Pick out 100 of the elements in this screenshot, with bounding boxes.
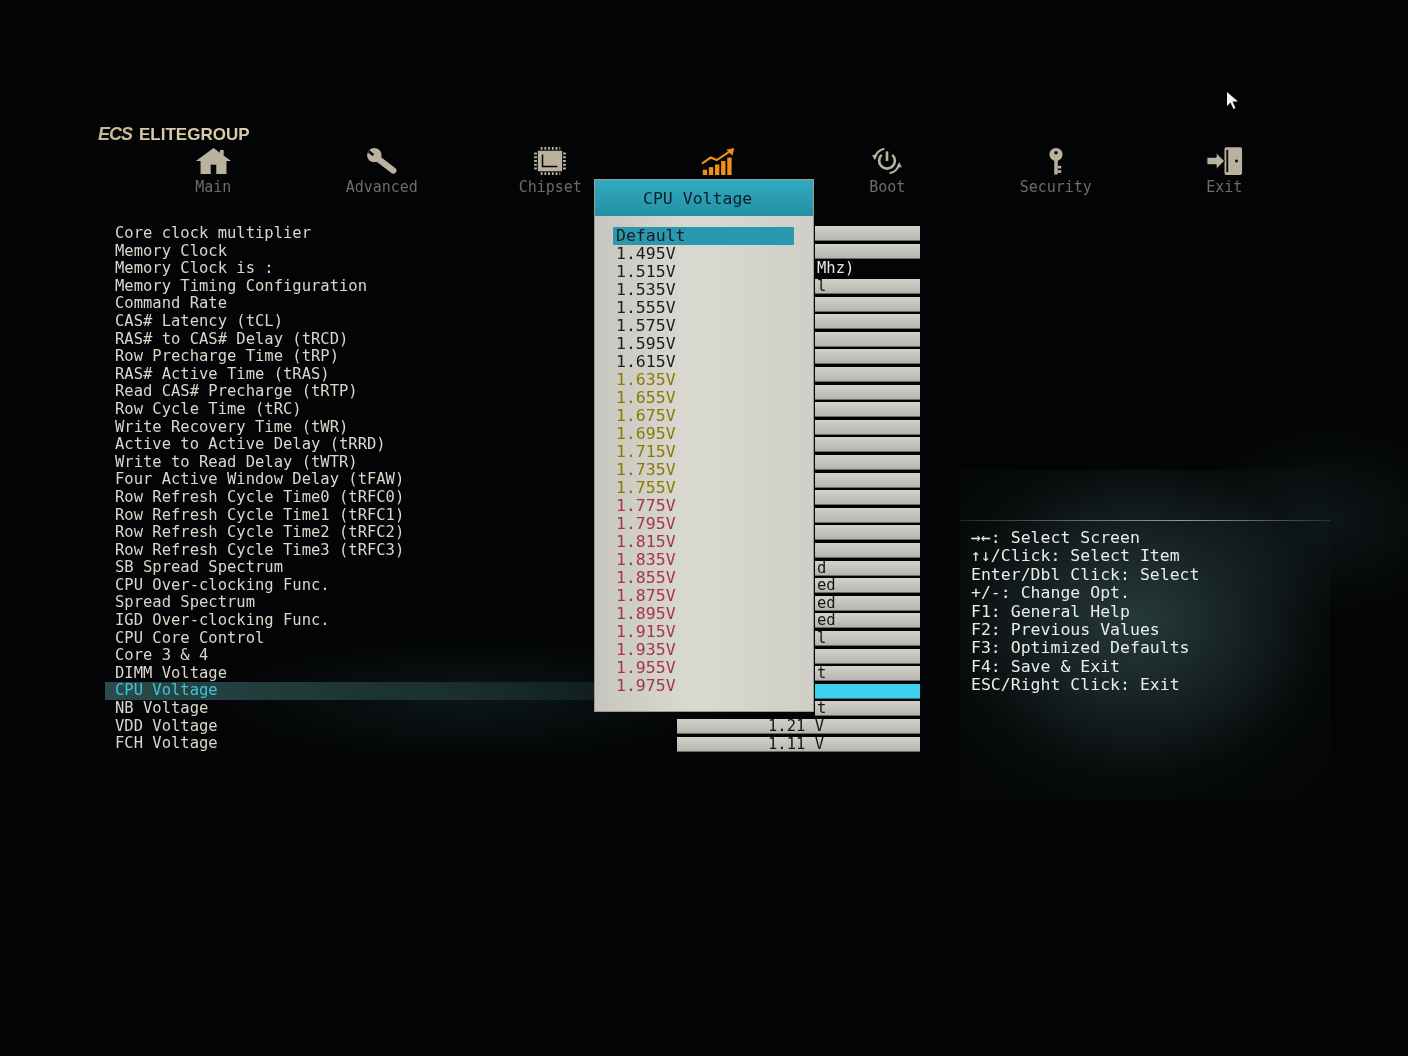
setting-label[interactable]: Row Refresh Cycle Time3 (tRFC3) xyxy=(105,541,595,560)
nav-tab[interactable]: Chipset xyxy=(518,147,582,196)
value-field[interactable]: 1.11 V xyxy=(677,736,920,752)
value-field[interactable] xyxy=(815,648,920,664)
option-item[interactable]: Default xyxy=(616,229,686,243)
option-item[interactable]: 1.555V xyxy=(616,301,676,315)
value-field[interactable]: ed xyxy=(815,595,920,611)
setting-label[interactable]: Memory Clock xyxy=(105,242,595,261)
setting-label[interactable]: Row Refresh Cycle Time2 (tRFC2) xyxy=(105,524,595,542)
value-field[interactable] xyxy=(815,419,920,435)
setting-label[interactable]: Active to Active Delay (tRRD) xyxy=(105,436,595,454)
option-item[interactable]: 1.955V xyxy=(616,661,676,675)
value-field[interactable]: t xyxy=(815,701,920,717)
setting-label[interactable]: Row Refresh Cycle Time1 (tRFC1) xyxy=(105,506,595,525)
value-field[interactable]: l xyxy=(815,630,920,646)
setting-label[interactable]: Four Active Window Delay (tFAW) xyxy=(105,471,595,489)
help-text: F3: Optimized Defaults xyxy=(971,639,1191,658)
option-item[interactable]: 1.535V xyxy=(616,283,676,297)
nav-tab[interactable]: Security xyxy=(1019,147,1092,196)
option-item[interactable]: 1.775V xyxy=(616,499,676,513)
option-item[interactable]: 1.935V xyxy=(616,643,676,657)
value-field[interactable] xyxy=(815,367,920,383)
value-field[interactable] xyxy=(815,472,920,488)
setting-label[interactable]: Row Precharge Time (tRP) xyxy=(105,348,595,366)
option-item[interactable]: 1.915V xyxy=(616,625,676,639)
help-text: F1: General Help xyxy=(971,602,1131,622)
help-text: →←: Select Screen xyxy=(971,529,1141,548)
brand-logo: ECS xyxy=(98,124,132,145)
setting-label[interactable]: Row Cycle Time (tRC) xyxy=(105,400,595,419)
value-field[interactable]: d xyxy=(815,560,920,576)
nav-tab[interactable]: Boot xyxy=(869,147,906,196)
setting-label[interactable]: Row Refresh Cycle Time0 (tRFC0) xyxy=(105,488,595,507)
option-item[interactable]: 1.875V xyxy=(616,589,676,603)
bar-chart-icon xyxy=(701,147,737,175)
nav-tab[interactable]: Advanced xyxy=(345,147,418,196)
option-item[interactable]: 1.515V xyxy=(616,265,676,279)
value-field[interactable] xyxy=(815,543,920,558)
value-field[interactable] xyxy=(815,525,920,541)
option-item[interactable]: 1.795V xyxy=(616,517,676,531)
setting-label[interactable]: NB Voltage xyxy=(105,700,595,718)
help-text: Enter/Dbl Click: Select xyxy=(971,565,1201,585)
option-item[interactable]: 1.595V xyxy=(616,337,676,351)
setting-label[interactable]: Write Recovery Time (tWR) xyxy=(105,418,595,437)
setting-label[interactable]: Core 3 & 4 xyxy=(105,647,595,665)
setting-label[interactable]: FCH Voltage xyxy=(105,735,595,753)
value-field[interactable]: t xyxy=(815,666,920,682)
option-item[interactable]: 1.975V xyxy=(616,679,676,693)
setting-label[interactable]: Core clock multiplier xyxy=(105,225,595,243)
setting-label[interactable]: Write to Read Delay (tWTR) xyxy=(105,453,595,472)
setting-label[interactable]: CPU Voltage xyxy=(105,682,595,701)
setting-label[interactable]: RAS# to CAS# Delay (tRCD) xyxy=(105,330,595,349)
setting-label[interactable]: CAS# Latency (tCL) xyxy=(105,312,595,331)
option-item[interactable]: 1.835V xyxy=(616,553,676,567)
value-field[interactable] xyxy=(815,296,920,312)
value-field[interactable] xyxy=(815,331,920,347)
setting-label[interactable]: Memory Clock is : xyxy=(105,260,595,278)
option-item[interactable]: 1.895V xyxy=(616,607,676,621)
door-arrow-icon xyxy=(1205,147,1243,175)
setting-label[interactable]: Command Rate xyxy=(105,295,595,313)
help-text: ESC/Right Click: Exit xyxy=(971,676,1181,695)
setting-label[interactable]: IGD Over-clocking Func. xyxy=(105,612,595,630)
value-field[interactable] xyxy=(815,455,920,470)
setting-label[interactable]: VDD Voltage xyxy=(105,717,595,736)
help-text: ↑↓/Click: Select Item xyxy=(971,547,1181,566)
value-field[interactable]: 1.21 V xyxy=(677,718,920,734)
setting-label[interactable]: CPU Core Control xyxy=(105,629,595,648)
value-field[interactable] xyxy=(815,437,920,453)
value-field[interactable] xyxy=(815,243,920,259)
option-item[interactable]: 1.815V xyxy=(616,535,676,549)
power-icon xyxy=(871,147,904,175)
setting-label[interactable]: Spread Spectrum xyxy=(105,594,595,613)
value-field[interactable] xyxy=(815,507,920,523)
nav-tab[interactable]: Main xyxy=(194,147,232,196)
value-field[interactable] xyxy=(815,402,920,418)
setting-label[interactable]: CPU Over-clocking Func. xyxy=(105,576,595,595)
value-field[interactable] xyxy=(815,490,920,506)
setting-label[interactable]: Memory Timing Configuration xyxy=(105,277,595,296)
help-text: F4: Save & Exit xyxy=(971,657,1121,677)
option-item[interactable]: 1.495V xyxy=(616,247,676,261)
value-field[interactable] xyxy=(815,226,920,242)
value-field[interactable]: l xyxy=(815,279,920,295)
option-item[interactable]: 1.575V xyxy=(616,319,676,333)
value-field[interactable]: ed xyxy=(815,578,920,594)
chip-icon xyxy=(534,147,567,175)
value-field[interactable] xyxy=(815,349,920,365)
value-field[interactable] xyxy=(815,314,920,330)
nav-tab[interactable]: Exit xyxy=(1205,147,1243,196)
value-text: Mhz) xyxy=(816,260,856,278)
setting-label[interactable]: RAS# Active Time (tRAS) xyxy=(105,365,595,384)
pointer-icon xyxy=(1227,92,1238,109)
setting-label[interactable]: DIMM Voltage xyxy=(105,664,595,683)
value-field[interactable]: ed xyxy=(815,613,920,629)
setting-label[interactable]: Read CAS# Precharge (tRTP) xyxy=(105,383,595,401)
help-text: +/-: Change Opt. xyxy=(971,584,1131,603)
setting-label[interactable]: SB Spread Spectrum xyxy=(105,559,595,577)
option-item[interactable]: 1.855V xyxy=(616,571,676,585)
nav-tab[interactable] xyxy=(701,147,737,175)
value-field[interactable] xyxy=(815,384,920,400)
option-item[interactable]: 1.615V xyxy=(616,355,676,369)
value-field[interactable] xyxy=(815,683,920,699)
